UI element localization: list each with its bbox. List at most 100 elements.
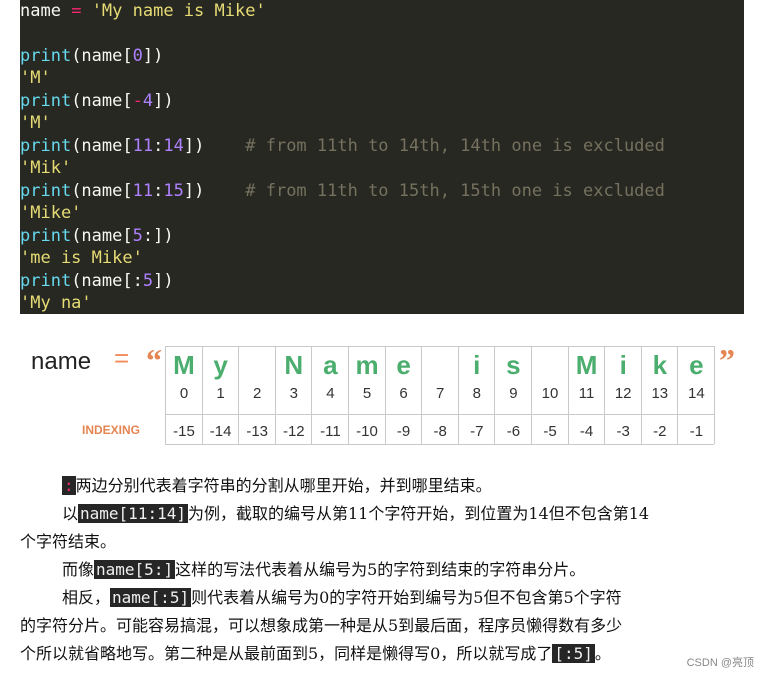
code-block: name = 'My name is Mike' print(name[0]) …: [20, 0, 744, 314]
inline-code: name[5:]: [94, 560, 176, 579]
code-number: 0: [132, 46, 143, 66]
paragraph-text: 而像: [62, 560, 95, 579]
negative-index: -14: [209, 423, 232, 440]
positive-index: 7: [436, 385, 445, 402]
code-line: print(name[11:14]) # from 11th to 14th, …: [20, 136, 665, 156]
code-colon: :: [62, 476, 76, 495]
paragraph-text: 相反，: [62, 588, 111, 607]
code-string: 'Mik': [20, 158, 72, 178]
code-output: 'M': [20, 112, 51, 134]
index-cell: 7 -8: [421, 346, 458, 444]
index-char: i: [473, 350, 481, 380]
code-string: 'me is Mike': [20, 248, 143, 268]
code-comment: # from 11th to 15th, 15th one is exclude…: [245, 181, 665, 201]
code-line: name = 'My name is Mike': [20, 0, 266, 22]
index-cell: a 4 -11: [311, 346, 348, 444]
code-operator: =: [71, 1, 82, 21]
code-output: 'Mik': [20, 157, 71, 179]
index-char: [422, 348, 458, 382]
code-text: name: [20, 1, 72, 21]
index-cell: k 13 -2: [640, 346, 678, 444]
negative-index: -8: [433, 423, 447, 440]
paragraph-text: 的字符分片。可能容易搞混，可以想象成第一种是从5到最后面，程序员懒得数有多少: [20, 616, 623, 635]
diagram-variable-label: name: [31, 348, 92, 375]
code-output: 'me is Mike': [20, 247, 143, 269]
index-cell: M 11 -4: [567, 346, 605, 444]
paragraph-1: : 两边分别代表着字符串的分割从哪里开始，并到哪里结束。: [20, 472, 745, 500]
code-string: 'My na': [20, 293, 92, 313]
index-cell: M 0 -15: [165, 346, 202, 444]
positive-index: 14: [688, 385, 705, 402]
code-keyword: print: [20, 91, 72, 111]
inline-code: name[11:14]: [78, 504, 188, 523]
code-comment: # from 11th to 14th, 14th one is exclude…: [245, 136, 665, 156]
index-char: N: [284, 350, 304, 380]
index-cell: e 14 -1: [677, 346, 716, 444]
negative-index: -3: [616, 423, 630, 440]
code-string: 'My name is Mike': [91, 1, 266, 21]
code-number: 11: [132, 181, 154, 201]
negative-index: -6: [506, 423, 521, 440]
negative-index: -10: [356, 423, 378, 440]
code-operator: -: [132, 91, 143, 111]
index-cell: i 12 -3: [604, 346, 641, 444]
code-number: 15: [163, 181, 184, 201]
paragraph-text: 两边分别代表着字符串的分割从哪里开始，并到哪里结束。: [75, 476, 492, 495]
index-char: e: [396, 350, 411, 380]
negative-index: -13: [246, 423, 269, 440]
positive-index: 10: [541, 385, 559, 402]
negative-index: -11: [320, 423, 341, 440]
negative-index: -9: [396, 423, 411, 440]
code-string: 'M': [20, 113, 51, 133]
index-char: k: [652, 350, 668, 380]
paragraph-text: 以: [62, 504, 79, 523]
indexing-label: INDEXING: [82, 423, 141, 437]
positive-index: 11: [578, 385, 595, 402]
code-line: print(name[5:]): [20, 226, 174, 246]
code-number: 4: [142, 91, 154, 111]
inline-code: name[:5]: [110, 588, 192, 607]
index-char: M: [575, 350, 598, 380]
positive-index: 5: [362, 385, 372, 402]
code-number: 11: [132, 136, 154, 156]
index-char: e: [689, 350, 704, 380]
index-char: a: [323, 350, 338, 380]
close-quote-mark: ”: [719, 342, 735, 378]
index-char: i: [619, 350, 627, 380]
grid-bottom-line: [165, 444, 714, 445]
open-quote-mark: “: [146, 342, 162, 378]
code-string: 'M': [20, 68, 51, 88]
paragraph-text: 则代表着从编号为0的字符开始到编号为5但不包含第5个字符: [191, 588, 622, 607]
code-line: print(name[11:15]) # from 11th to 15th, …: [20, 181, 665, 201]
code-output: 'M': [20, 67, 51, 89]
paragraph-text: 个字符结束。: [20, 532, 117, 551]
index-cell: e 6 -9: [384, 346, 422, 444]
positive-index: 13: [651, 385, 669, 402]
negative-index: -1: [689, 423, 704, 440]
diagram-equals-sign: =: [114, 343, 130, 373]
positive-index: 0: [179, 385, 189, 402]
code-string: 'Mike': [20, 203, 82, 223]
negative-index: -4: [579, 423, 594, 440]
code-number: 5: [132, 226, 143, 246]
code-number: 5: [142, 271, 154, 291]
code-keyword: print: [20, 136, 72, 156]
index-char: M: [173, 350, 195, 380]
code-keyword: print: [20, 226, 72, 246]
index-cell: 10 -5: [531, 346, 568, 444]
index-cell: i 8 -7: [457, 346, 495, 444]
positive-index: 4: [326, 385, 335, 402]
index-cell: 2 -13: [238, 346, 275, 444]
paragraph-text: 为例，截取的编号从第11个字符开始，到位置为14但不包含第14: [187, 504, 650, 523]
negative-index: -7: [470, 423, 484, 440]
code-output: 'Mike': [20, 202, 81, 224]
positive-index: 12: [614, 385, 632, 402]
paragraph-text: 这样的写法代表着从编号为5的字符到结束的字符串分片。: [175, 560, 586, 579]
paragraph-3: 而像 name[5:] 这样的写法代表着从编号为5的字符到结束的字符串分片。: [20, 556, 745, 584]
code-number: 14: [163, 136, 184, 156]
paragraph-text: 。: [594, 644, 611, 663]
positive-index: 2: [253, 385, 262, 402]
negative-index: -2: [653, 423, 667, 440]
index-cell: N 3 -12: [274, 346, 312, 444]
negative-index: -12: [282, 423, 305, 440]
